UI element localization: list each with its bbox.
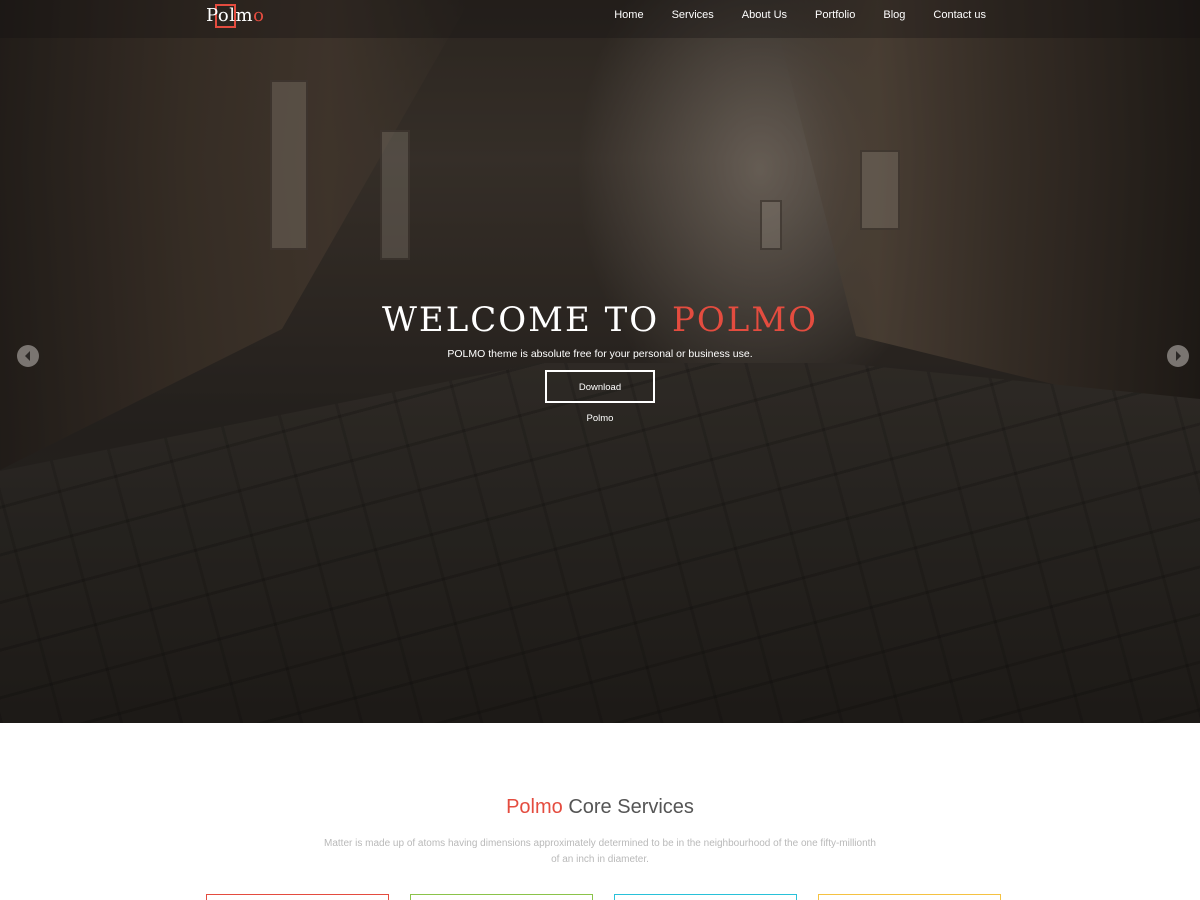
chevron-right-icon: [1176, 351, 1181, 361]
services-title: Polmo Core Services: [506, 796, 694, 818]
main-nav: Home Services About Us Portfolio Blog Co…: [586, 0, 986, 30]
nav-home[interactable]: Home: [614, 9, 643, 21]
service-card[interactable]: [206, 894, 389, 900]
services-description: Matter is made up of atoms having dimens…: [324, 838, 876, 865]
nav-blog[interactable]: Blog: [883, 9, 905, 21]
services-section: Polmo Core Services Matter is made up of…: [0, 723, 1200, 900]
nav-contact-us[interactable]: Contact us: [933, 9, 986, 21]
service-card[interactable]: [410, 894, 593, 900]
service-card[interactable]: [614, 894, 797, 900]
hero-subtitle: POLMO theme is absolute free for your pe…: [447, 348, 753, 360]
site-logo[interactable]: Polmo: [206, 4, 265, 28]
logo-text: Polmo: [206, 5, 265, 26]
chevron-left-icon: [25, 351, 30, 361]
hero-title: WELCOME TO POLMO: [381, 300, 819, 340]
slider-prev-button[interactable]: [17, 345, 39, 367]
nav-services[interactable]: Services: [672, 9, 714, 21]
site-header: Polmo Home Services About Us Portfolio B…: [0, 0, 1200, 38]
nav-about-us[interactable]: About Us: [742, 9, 787, 21]
hero-content: WELCOME TO POLMO POLMO theme is absolute…: [0, 300, 1200, 426]
slider-next-button[interactable]: [1167, 345, 1189, 367]
nav-portfolio[interactable]: Portfolio: [815, 9, 855, 21]
download-button[interactable]: Download Polmo: [545, 370, 655, 424]
service-card[interactable]: [818, 894, 1001, 900]
